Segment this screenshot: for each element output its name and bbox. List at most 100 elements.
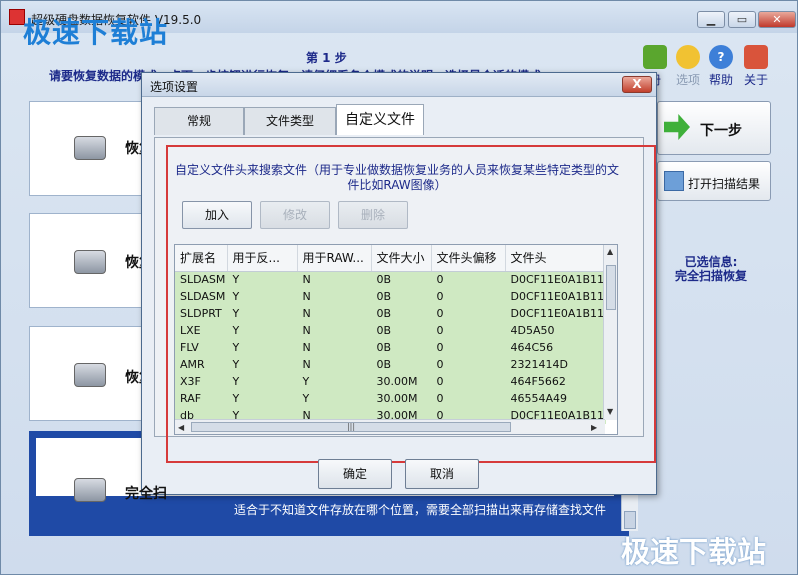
- toolbar-options-label: 选项: [675, 73, 700, 87]
- table-row[interactable]: LXE Y N 0B 0 4D5A50: [175, 322, 606, 339]
- table-cell: 0: [431, 390, 506, 407]
- scroll-down-icon[interactable]: ▼: [607, 407, 613, 416]
- table-cell: 0B: [371, 288, 432, 305]
- table-vertical-thumb[interactable]: [606, 265, 616, 310]
- toolbar-about[interactable]: 关于: [739, 45, 773, 88]
- watermark: 极速下载站: [23, 16, 169, 49]
- table-cell: D0CF11E0A1B11AE1: [505, 271, 606, 288]
- column-header-file-header[interactable]: 文件头: [505, 245, 606, 272]
- table-cell: N: [297, 271, 372, 288]
- mode-label: 完全扫: [125, 486, 167, 502]
- toolbar-options[interactable]: 选项: [671, 45, 705, 88]
- table-cell: D0CF11E0A1B11AE1: [505, 288, 606, 305]
- hard-disk-icon: [74, 363, 106, 387]
- column-header-for-reverse[interactable]: 用于反...: [227, 245, 298, 272]
- tab-custom-files[interactable]: 自定义文件: [336, 104, 424, 135]
- document-icon: [664, 171, 684, 191]
- table-row[interactable]: SLDASMYN0B0D0CF11E0A1B11AE1: [175, 288, 606, 305]
- hard-disk-icon: [74, 478, 106, 502]
- table-cell: 4D5A50: [505, 322, 606, 339]
- tab-general[interactable]: 常规: [154, 107, 244, 135]
- add-button[interactable]: 加入: [182, 201, 252, 229]
- toolbar-help-label: 帮助: [708, 73, 733, 87]
- column-header-extension[interactable]: 扩展名: [175, 245, 228, 272]
- table-cell: 464C56: [505, 339, 606, 356]
- toolbar-about-label: 关于: [743, 73, 768, 87]
- next-step-button[interactable]: 下一步: [657, 101, 771, 155]
- scroll-right-icon[interactable]: ▶: [591, 423, 597, 432]
- table-cell: 0B: [371, 271, 432, 288]
- table-cell: D0CF11E0A1B11AE1: [505, 305, 606, 322]
- close-button[interactable]: ✕: [758, 11, 796, 28]
- table-cell: N: [297, 356, 372, 373]
- toolbar-help[interactable]: ? 帮助: [704, 45, 738, 88]
- tab-file-types[interactable]: 文件类型: [244, 107, 336, 135]
- table-cell: 0: [431, 322, 506, 339]
- ok-button[interactable]: 确定: [318, 459, 392, 489]
- table-row[interactable]: RAF Y Y 30.00M 0 46554A49: [175, 390, 606, 407]
- table-cell: Y: [227, 322, 298, 339]
- table-row[interactable]: X3F Y Y 30.00M 0 464F5662: [175, 373, 606, 390]
- open-scan-results-button[interactable]: 打开扫描结果: [657, 161, 771, 201]
- custom-file-description: 自定义文件头来搜索文件（用于专业做数据恢复业务的人员来恢复某些特定类型的文件比如…: [174, 163, 619, 192]
- table-cell: 0: [431, 356, 506, 373]
- main-scrollbar-thumb[interactable]: [624, 511, 636, 529]
- table-row[interactable]: AMR Y N 0B 0 2321414D: [175, 356, 606, 373]
- arrow-right-icon: [664, 114, 690, 140]
- table-cell: Y: [227, 390, 298, 407]
- hard-disk-icon: [74, 250, 106, 274]
- table-vertical-scrollbar[interactable]: ▲ ▼: [603, 245, 617, 420]
- cancel-button[interactable]: 取消: [405, 459, 479, 489]
- table-body: SLDASMYN0B0D0CF11E0A1B11AE1SLDASMYN0B0D0…: [175, 271, 606, 424]
- table-row[interactable]: SLDASMYN0B0D0CF11E0A1B11AE1: [175, 271, 606, 288]
- table-cell: 0B: [371, 322, 432, 339]
- scroll-left-icon[interactable]: ◀: [178, 423, 184, 432]
- watermark-bottom: 极速下载站: [621, 535, 767, 569]
- table-cell: Y: [227, 288, 298, 305]
- table-cell: N: [297, 322, 372, 339]
- table-cell: RAF: [175, 390, 228, 407]
- table-cell: X3F: [175, 373, 228, 390]
- table-cell: 0: [431, 288, 506, 305]
- column-header-file-size[interactable]: 文件大小: [371, 245, 432, 272]
- table-cell: 30.00M: [371, 373, 432, 390]
- table-cell: Y: [227, 339, 298, 356]
- table-cell: SLDASM: [175, 271, 228, 288]
- table-cell: LXE: [175, 322, 228, 339]
- modify-button[interactable]: 修改: [260, 201, 330, 229]
- custom-file-table[interactable]: 扩展名 用于反... 用于RAW... 文件大小 文件头偏移 文件头 SLDAS…: [174, 244, 618, 435]
- table-cell: 0B: [371, 339, 432, 356]
- table-cell: 0: [431, 271, 506, 288]
- table-cell: N: [297, 288, 372, 305]
- table-cell: 0B: [371, 305, 432, 322]
- delete-button[interactable]: 删除: [338, 201, 408, 229]
- table-cell: Y: [227, 356, 298, 373]
- table-header-row: 扩展名 用于反... 用于RAW... 文件大小 文件头偏移 文件头: [175, 245, 606, 272]
- next-step-label: 下一步: [700, 123, 742, 139]
- custom-file-grid: 扩展名 用于反... 用于RAW... 文件大小 文件头偏移 文件头 SLDAS…: [175, 245, 606, 424]
- table-cell: Y: [297, 390, 372, 407]
- hard-disk-icon: [74, 136, 106, 160]
- table-cell: SLDASM: [175, 288, 228, 305]
- table-cell: 0B: [371, 356, 432, 373]
- maximize-button[interactable]: ▭: [728, 11, 756, 28]
- dialog-title-bar: 选项设置 X: [142, 73, 656, 97]
- table-row[interactable]: SLDPRTYN0B0D0CF11E0A1B11AE1: [175, 305, 606, 322]
- column-header-header-offset[interactable]: 文件头偏移: [431, 245, 506, 272]
- home-icon: [744, 45, 768, 69]
- table-horizontal-thumb[interactable]: |||: [191, 422, 511, 432]
- minimize-button[interactable]: ▁: [697, 11, 725, 28]
- cart-icon: [643, 45, 667, 69]
- dialog-close-button[interactable]: X: [622, 76, 652, 93]
- dialog-title: 选项设置: [150, 80, 199, 94]
- column-header-for-raw[interactable]: 用于RAW...: [297, 245, 372, 272]
- table-cell: Y: [227, 305, 298, 322]
- table-cell: SLDPRT: [175, 305, 228, 322]
- table-row[interactable]: FLV Y N 0B 0 464C56: [175, 339, 606, 356]
- gear-icon: [676, 45, 700, 69]
- table-horizontal-scrollbar[interactable]: ◀ ||| ▶: [175, 419, 605, 434]
- full-scan-description: 适合于不知道文件存放在哪个位置，需要全部扫描出来再存储查找文件: [234, 503, 607, 517]
- scroll-up-icon[interactable]: ▲: [607, 247, 613, 256]
- table-cell: Y: [297, 373, 372, 390]
- table-cell: 464F5662: [505, 373, 606, 390]
